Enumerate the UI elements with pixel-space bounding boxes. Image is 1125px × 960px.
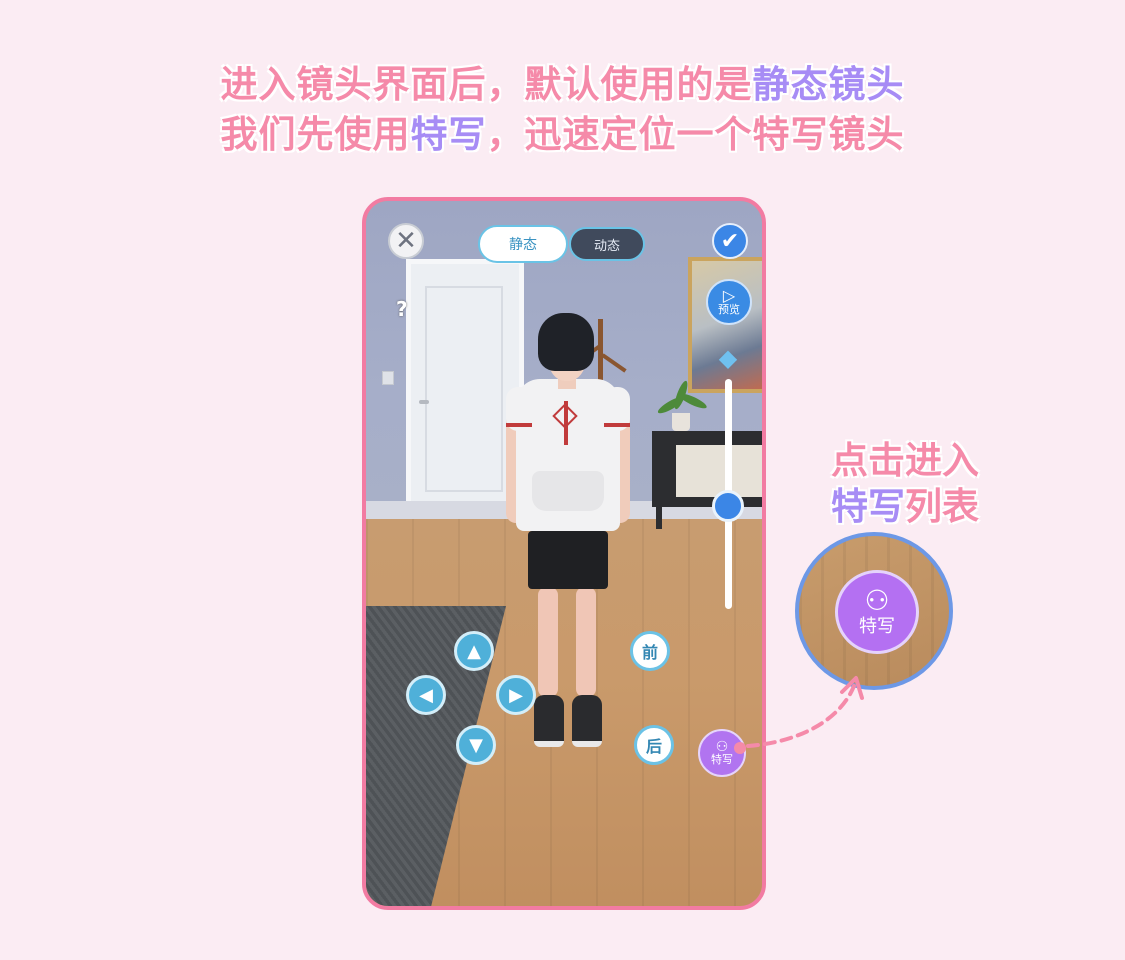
phone-screen: ✕ 静态 动态 ✔ ? ▷ 预览 ◆ ▲ ◀ ▶ ▼ 前 后 ⚇ 特写 (362, 197, 766, 910)
tab-dynamic[interactable]: 动态 (569, 227, 645, 261)
move-back-button[interactable]: 后 (634, 725, 674, 765)
character-shoe (572, 695, 602, 747)
door-knob (419, 400, 429, 404)
confirm-button[interactable]: ✔ (712, 223, 748, 259)
character-leg (538, 587, 558, 697)
sleeve-band (506, 423, 532, 427)
question-icon: ? (396, 297, 408, 321)
camera-height-slider-thumb[interactable] (712, 489, 744, 522)
person-icon: ⚇ (715, 739, 729, 755)
move-right-button[interactable]: ▶ (496, 675, 536, 715)
arrow-right-icon: ▶ (509, 684, 523, 706)
check-icon: ✔ (720, 228, 740, 254)
character-shoe (534, 695, 564, 747)
character-shorts (528, 531, 608, 589)
closeup-label: 特写 (859, 616, 895, 637)
instruction-text: 进入镜头界面后，默认使用的是 (220, 63, 753, 106)
instruction-line-1: 进入镜头界面后，默认使用的是静态镜头 (0, 54, 1125, 108)
closeup-button-zoomed[interactable]: ⚇ 特写 (835, 570, 919, 654)
callout-highlight: 特写 (831, 485, 905, 528)
arrow-start-dot (734, 742, 746, 754)
shirt-pocket (532, 471, 604, 511)
help-button[interactable]: ? (396, 297, 416, 321)
close-icon: ✕ (395, 226, 417, 256)
play-icon: ▷ (722, 286, 736, 305)
arrow-left-icon: ◀ (419, 684, 433, 706)
instruction-highlight: 静态镜头 (752, 63, 905, 106)
move-front-button[interactable]: 前 (630, 631, 670, 671)
instruction-text: 我们先使用 (220, 113, 411, 156)
instruction-line-2: 我们先使用特写，迅速定位一个特写镜头 (0, 104, 1125, 158)
arrow-path (746, 684, 856, 748)
dashed-arrow (734, 676, 864, 754)
preview-label: 预览 (718, 303, 740, 316)
plant-pot (672, 413, 690, 431)
person-icon: ⚇ (864, 584, 890, 617)
tab-static[interactable]: 静态 (478, 225, 568, 263)
arrow-up-icon: ▲ (467, 640, 481, 662)
door-panel (425, 286, 503, 492)
callout-text: 列表 (905, 485, 979, 528)
character-hair (538, 313, 594, 371)
cabinet-leg (656, 507, 662, 529)
callout-line-2: 特写列表 (800, 476, 1010, 530)
move-up-button[interactable]: ▲ (454, 631, 494, 671)
preview-button[interactable]: ▷ 预览 (706, 279, 752, 325)
arrow-down-icon: ▼ (469, 734, 483, 756)
sleeve-band (604, 423, 630, 427)
move-left-button[interactable]: ◀ (406, 675, 446, 715)
character-leg (576, 587, 596, 697)
cabinet-door (676, 445, 762, 497)
instruction-text: ，迅速定位一个特写镜头 (486, 113, 905, 156)
wall-painting (688, 257, 762, 393)
instruction-highlight: 特写 (410, 113, 487, 156)
light-switch (382, 371, 394, 385)
close-button[interactable]: ✕ (388, 223, 424, 259)
move-down-button[interactable]: ▼ (456, 725, 496, 765)
cube-icon: ◆ (718, 344, 738, 372)
